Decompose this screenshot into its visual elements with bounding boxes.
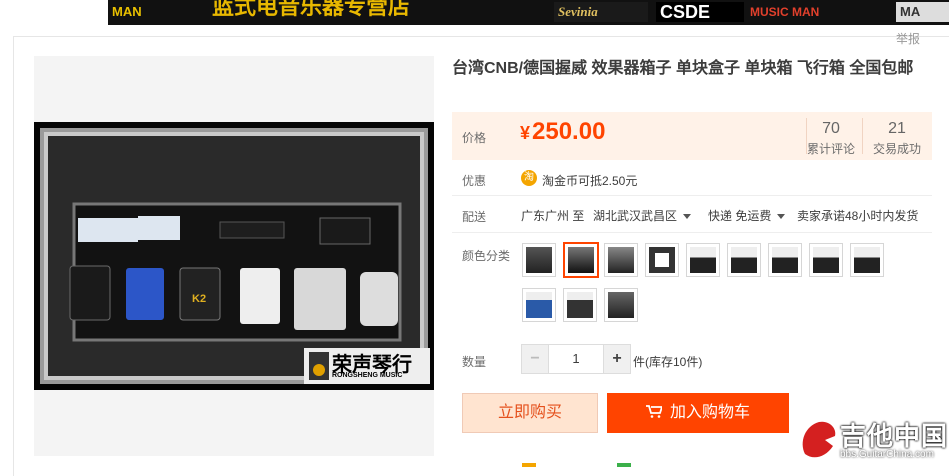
banner-brand-csde: CSDE [656,2,744,22]
sold-label: 交易成功 [872,142,921,156]
quantity-label: 数量 [462,355,487,369]
watermark-text: 吉他中国 [840,421,949,451]
reviews-label: 累计评论 [806,142,855,156]
color-option-10[interactable] [522,288,556,322]
color-option-9[interactable] [850,243,884,277]
chevron-down-icon [683,214,692,220]
shipping-method: 快递 免运费 [708,209,772,223]
add-to-cart-label: 加入购物车 [669,404,750,421]
color-option-5[interactable] [686,243,720,277]
banner-brand-sevinia: Sevinia [554,2,648,22]
buy-now-button[interactable]: 立即购买 [462,393,598,433]
photo-logo-guitar-icon [309,352,329,380]
color-option-1[interactable] [522,243,556,277]
shipping-from: 广东广州 至 [521,209,585,223]
color-option-4[interactable] [645,243,679,277]
quantity-stepper: − 1 + [521,344,631,374]
shipping-method-select[interactable]: 快递 免运费 [708,207,786,224]
photo-shop-logo: 荣声琴行 RONGSHENG MUSIC [306,348,430,384]
color-option-7[interactable] [768,243,802,277]
report-link[interactable]: 举报 [896,30,920,47]
watermark-url: bbs.GuitarChina.com [840,449,934,460]
stock-text: 件(库存10件) [633,355,703,369]
promo-label: 优惠 [462,174,487,188]
shipping-promise: 卖家承诺48小时内发货 [797,209,919,223]
product-title: 台湾CNB/德国握威 效果器箱子 单块盒子 单块箱 飞行箱 全国包邮 [452,60,914,77]
price-label: 价格 [462,131,487,145]
cart-icon [645,405,662,418]
quantity-input[interactable]: 1 [548,345,604,373]
promo-text: 淘金币可抵2.50元 [542,174,638,188]
banner-brand-left: MAN [112,4,142,19]
color-option-11[interactable] [563,288,597,322]
section-divider [452,232,932,233]
sold-stat: 21 交易成功 [870,120,924,157]
color-option-6[interactable] [727,243,761,277]
shipping-label: 配送 [462,210,487,224]
color-option-2-selected[interactable] [563,242,599,278]
banner-brand-musicman: MUSIC MAN [746,2,828,22]
quantity-decrease-button[interactable]: − [522,345,548,373]
color-label: 颜色分类 [462,249,511,263]
shipping-destination-select[interactable]: 湖北武汉武昌区 [593,207,692,224]
chevron-down-icon [777,214,786,220]
taojinbi-icon: 淘 [521,170,537,186]
reviews-stat[interactable]: 70 累计评论 [806,120,856,157]
sold-count: 21 [888,120,906,137]
quantity-increase-button[interactable]: + [604,345,630,373]
stats-divider [862,118,863,154]
color-option-12[interactable] [604,288,638,322]
banner-center-text: 蓝式电音乐器专营店 [212,0,411,19]
shipping-destination: 湖北武汉武昌区 [593,209,678,223]
banner-brand-ma: MA [896,2,949,22]
price-value: ¥250.00 [520,118,605,146]
price-amount: 250.00 [532,118,606,145]
color-option-8[interactable] [809,243,843,277]
photo-logo-en: RONGSHENG MUSIC [332,372,403,379]
add-to-cart-button[interactable]: 加入购物车 [607,393,789,433]
product-image[interactable]: K2 荣声琴行 RONGSHENG MUSIC [34,122,434,390]
currency-symbol: ¥ [520,123,531,143]
color-option-3[interactable] [604,243,638,277]
top-banner[interactable]: MAN 蓝式电音乐器专营店 Sevinia CSDE MUSIC MAN MA [108,0,949,25]
svg-text:K2: K2 [192,293,206,305]
reviews-count: 70 [822,120,840,137]
